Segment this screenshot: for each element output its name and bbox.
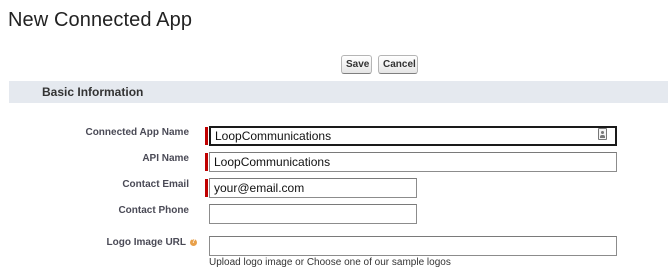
contact-email-input[interactable]: [209, 178, 417, 198]
connected-app-name-wrapper: [209, 126, 617, 146]
contact-card-icon: [598, 128, 607, 140]
required-marker: [205, 179, 208, 197]
contact-phone-input[interactable]: [209, 204, 417, 224]
section-header: Basic Information: [9, 81, 668, 103]
connected-app-name-input[interactable]: [209, 126, 617, 146]
save-button[interactable]: Save: [341, 55, 372, 74]
api-name-label: API Name: [142, 153, 189, 164]
section-title: Basic Information: [42, 85, 144, 99]
contact-phone-label: Contact Phone: [118, 205, 189, 216]
required-marker: [205, 127, 208, 145]
cancel-button[interactable]: Cancel: [378, 55, 418, 74]
logo-image-url-input[interactable]: [209, 236, 617, 256]
api-name-input[interactable]: [209, 152, 617, 172]
logo-image-url-label: Logo Image URL: [106, 237, 186, 248]
page-title: New Connected App: [8, 9, 193, 31]
logo-image-hint: Upload logo image or Choose one of our s…: [209, 257, 451, 268]
contact-email-label: Contact Email: [122, 179, 189, 190]
help-icon[interactable]: ?: [190, 239, 197, 246]
connected-app-name-label: Connected App Name: [85, 127, 189, 138]
required-marker: [205, 153, 208, 171]
